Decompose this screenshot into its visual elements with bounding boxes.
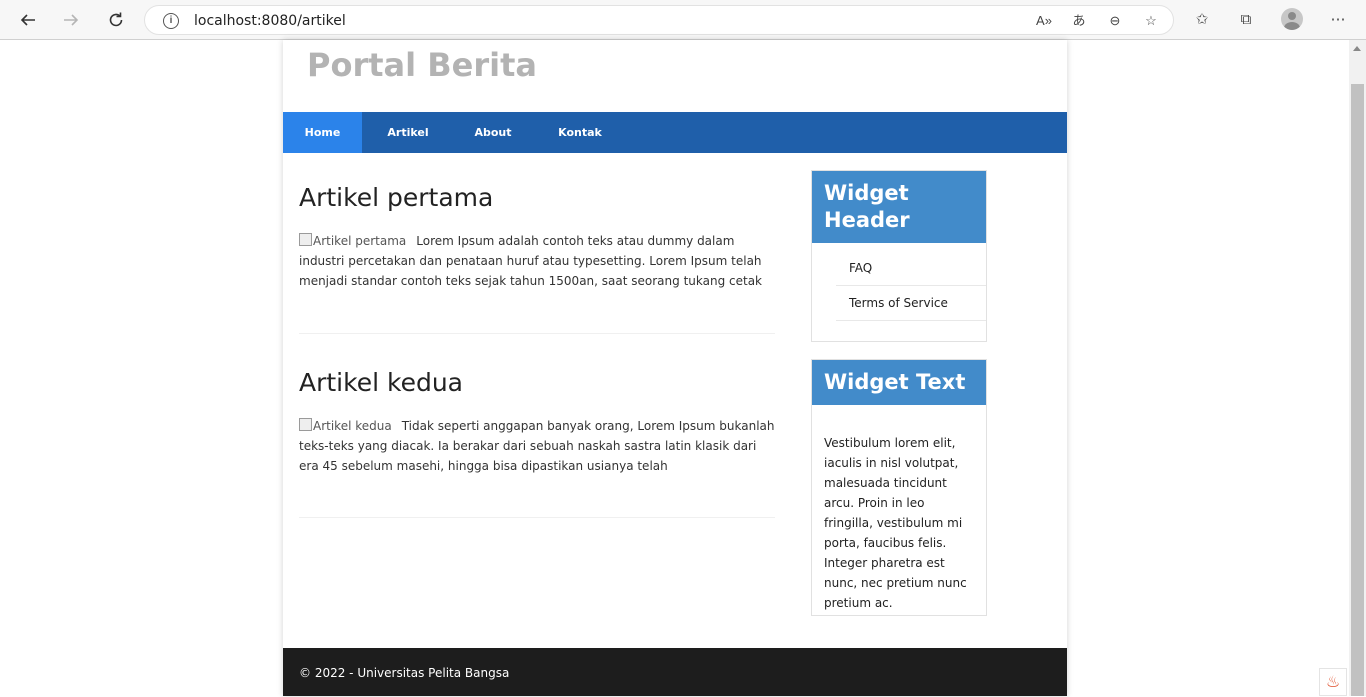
article-image: Artikel pertama (299, 234, 406, 248)
favorites-icon[interactable]: ✩ (1190, 8, 1214, 32)
scroll-up-icon[interactable] (1353, 46, 1361, 51)
article-card: Artikel pertama Artikel pertama Lorem Ips… (299, 183, 779, 288)
site-footer: © 2022 - Universitas Pelita Bangsa (283, 648, 1067, 696)
article-divider (299, 333, 775, 334)
main-navbar: Home Artikel About Kontak (283, 112, 1067, 153)
add-favorite-icon[interactable]: ☆ (1141, 11, 1161, 31)
back-icon[interactable] (14, 6, 42, 34)
widget-text: Widget Text Vestibulum lorem elit, iacul… (811, 359, 987, 616)
widget-header: Widget Text (812, 360, 986, 405)
collections-icon[interactable]: ⧉ (1234, 8, 1258, 32)
profile-icon[interactable] (1281, 8, 1303, 30)
widget-links: Widget Header FAQ Terms of Service (811, 170, 987, 342)
footer-copyright: © 2022 - Universitas Pelita Bangsa (299, 666, 510, 680)
page-container: Portal Berita Home Artikel About Kontak … (283, 40, 1067, 696)
url-text: localhost:8080/artikel (194, 13, 346, 29)
widget-link-list: FAQ Terms of Service (836, 261, 986, 321)
forward-icon[interactable] (57, 6, 85, 34)
browser-toolbar: i localhost:8080/artikel A» あ ⊖ ☆ ✩ ⧉ ⋯ (0, 0, 1366, 40)
article-title[interactable]: Artikel pertama (299, 183, 779, 212)
address-bar[interactable]: i localhost:8080/artikel A» あ ⊖ ☆ (144, 5, 1174, 35)
zoom-out-icon[interactable]: ⊖ (1105, 11, 1125, 31)
article-image: Artikel kedua (299, 419, 392, 433)
widget-link-terms[interactable]: Terms of Service (836, 286, 986, 321)
more-icon[interactable]: ⋯ (1326, 8, 1350, 32)
nav-item-kontak[interactable]: Kontak (532, 112, 628, 153)
nav-item-artikel[interactable]: Artikel (362, 112, 454, 153)
nav-item-about[interactable]: About (454, 112, 532, 153)
article-divider (299, 517, 775, 518)
page-scrollbar[interactable] (1349, 40, 1366, 696)
refresh-icon[interactable] (102, 6, 130, 34)
article-excerpt: Artikel pertama Lorem Ipsum adalah contoh… (299, 231, 779, 291)
site-title: Portal Berita (307, 46, 537, 84)
flame-icon[interactable]: ♨ (1319, 668, 1347, 696)
widget-header: Widget Header (812, 171, 986, 243)
article-excerpt: Artikel kedua Tidak seperti anggapan bany… (299, 416, 779, 476)
scroll-thumb[interactable] (1351, 84, 1364, 696)
info-icon[interactable]: i (163, 13, 179, 29)
article-card: Artikel kedua Artikel kedua Tidak seperti… (299, 368, 779, 473)
widget-body-text: Vestibulum lorem elit, iaculis in nisl v… (824, 436, 967, 610)
nav-item-home[interactable]: Home (283, 112, 362, 153)
widget-link-faq[interactable]: FAQ (836, 261, 986, 286)
translate-icon[interactable]: あ (1069, 11, 1089, 31)
article-title[interactable]: Artikel kedua (299, 368, 779, 397)
read-aloud-icon[interactable]: A» (1034, 11, 1054, 31)
